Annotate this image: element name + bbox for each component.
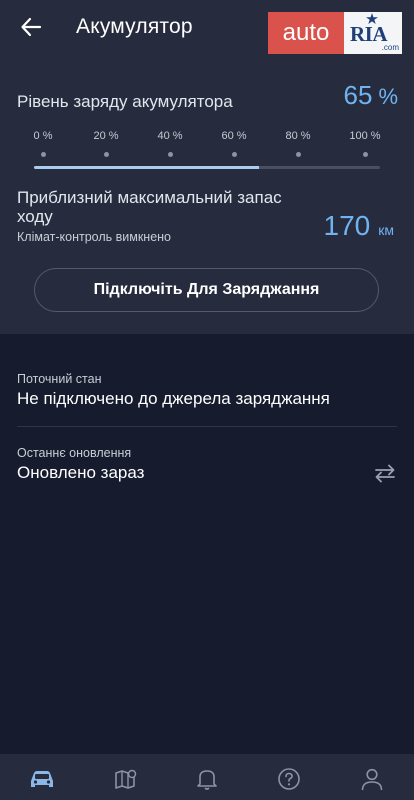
scale-dot bbox=[295, 152, 301, 157]
profile-icon bbox=[361, 768, 383, 791]
refresh-button[interactable] bbox=[372, 460, 398, 486]
page-title: Акумулятор bbox=[76, 15, 193, 38]
range-label: Приблизний максимальний запас ходу bbox=[17, 188, 282, 226]
scale-tick-label: 40 % bbox=[157, 130, 183, 142]
car-icon bbox=[31, 771, 53, 787]
divider bbox=[17, 426, 397, 427]
scale-tick-label: 20 % bbox=[93, 130, 119, 142]
logo-ria: RIA .com bbox=[344, 12, 402, 54]
charge-label: Рівень заряду акумулятора bbox=[17, 92, 233, 111]
update-title: Останнє оновлення bbox=[17, 446, 132, 460]
charge-value: 65% bbox=[344, 80, 398, 111]
autoria-logo: auto RIA .com bbox=[268, 12, 402, 54]
scale-tick-label: 0 % bbox=[33, 130, 53, 142]
nav-map[interactable] bbox=[111, 764, 141, 794]
scale-dot bbox=[40, 152, 46, 157]
scale-tick: 60 % bbox=[204, 130, 264, 157]
scale-tick-label: 100 % bbox=[349, 130, 381, 142]
scale-dot bbox=[167, 152, 173, 157]
nav-notifications[interactable] bbox=[192, 764, 222, 794]
scale-tick: 0 % bbox=[13, 130, 73, 157]
map-icon bbox=[115, 769, 137, 789]
logo-com: .com bbox=[381, 43, 399, 52]
arrow-left-icon bbox=[21, 17, 42, 37]
help-icon bbox=[278, 768, 300, 790]
climate-status: Клімат-контроль вимкнено bbox=[17, 230, 172, 244]
scale-tick: 80 % bbox=[268, 130, 328, 157]
refresh-icon bbox=[375, 464, 395, 483]
scale-tick: 40 % bbox=[140, 130, 200, 157]
scale-tick-label: 80 % bbox=[285, 130, 311, 142]
charge-bar bbox=[34, 166, 380, 169]
nav-help[interactable] bbox=[274, 764, 304, 794]
scale-tick: 100 % bbox=[335, 130, 395, 157]
scale-dot bbox=[103, 152, 109, 157]
charge-scale: 0 % 20 % 40 % 60 % 80 % 100 % bbox=[18, 130, 398, 180]
update-value: Оновлено зараз bbox=[17, 463, 145, 482]
range-value: 170 км bbox=[324, 210, 394, 242]
charge-unit: % bbox=[378, 84, 398, 109]
scale-dot bbox=[231, 152, 237, 157]
scale-dot bbox=[362, 152, 368, 157]
bottom-nav bbox=[0, 754, 414, 800]
nav-profile[interactable] bbox=[357, 764, 387, 794]
range-unit: км bbox=[378, 222, 394, 238]
range-number: 170 bbox=[323, 210, 371, 241]
header: Акумулятор auto RIA .com bbox=[0, 0, 414, 56]
back-button[interactable] bbox=[16, 12, 46, 42]
charge-percent: 65 bbox=[343, 80, 373, 110]
status-value: Не підключено до джерела заряджання bbox=[17, 389, 330, 408]
logo-auto: auto bbox=[268, 12, 344, 54]
nav-car[interactable] bbox=[27, 764, 57, 794]
bell-icon bbox=[197, 770, 217, 790]
charge-bar-fill bbox=[34, 166, 259, 169]
scale-tick-label: 60 % bbox=[221, 130, 247, 142]
scale-tick: 20 % bbox=[76, 130, 136, 157]
status-title: Поточний стан bbox=[17, 372, 102, 386]
connect-charging-button[interactable]: Підключіть Для Заряджання bbox=[34, 268, 379, 312]
